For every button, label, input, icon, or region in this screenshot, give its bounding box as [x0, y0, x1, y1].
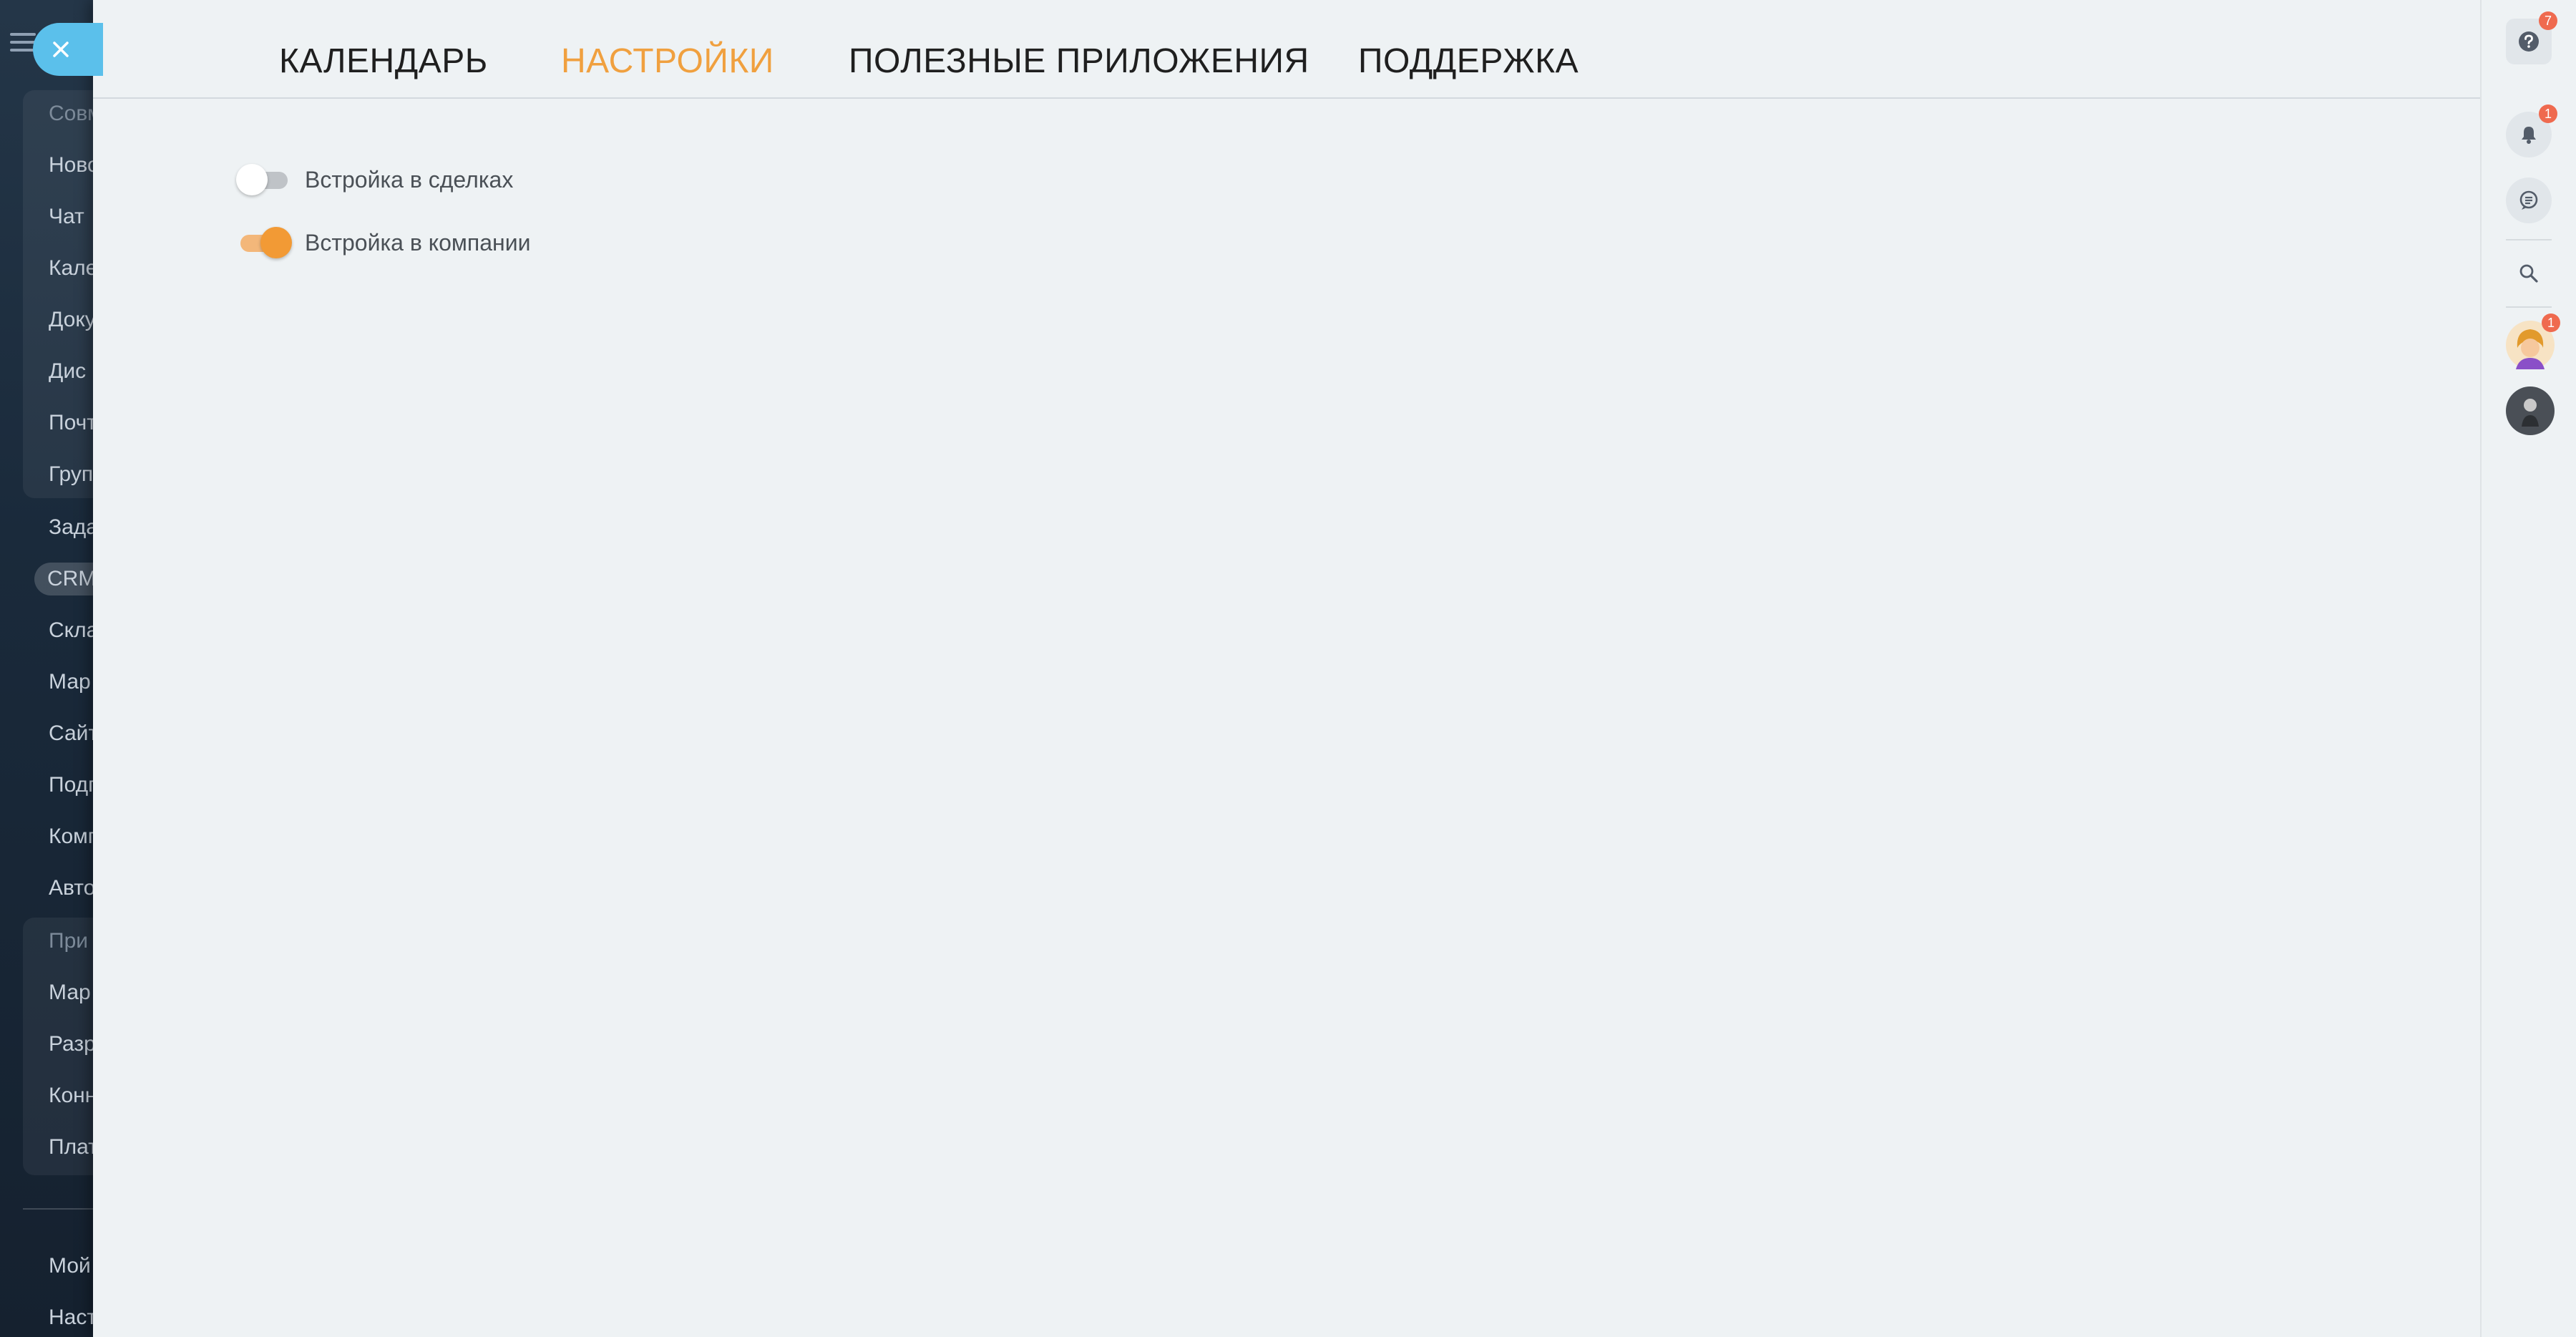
chat-icon	[2519, 190, 2538, 210]
notifications-badge: 1	[2539, 104, 2557, 123]
sidebar-item[interactable]: Мой	[49, 1254, 91, 1278]
sidebar-group-collab	[23, 90, 100, 498]
tab-calendar[interactable]: КАЛЕНДАРЬ	[279, 42, 488, 81]
sidebar-item[interactable]: Кале	[49, 256, 97, 281]
setting-row-company: Встройка в компании	[236, 225, 530, 261]
sidebar-item[interactable]: Сайт	[49, 721, 98, 746]
tab-bar: КАЛЕНДАРЬ НАСТРОЙКИ ПОЛЕЗНЫЕ ПРИЛОЖЕНИЯ …	[93, 0, 2482, 99]
sidebar-item[interactable]: При	[49, 929, 88, 953]
tab-settings[interactable]: НАСТРОЙКИ	[561, 42, 774, 81]
sidebar-item[interactable]: Комп	[49, 825, 99, 849]
sidebar-item[interactable]: Авто	[49, 876, 95, 900]
deals-embed-toggle[interactable]	[236, 162, 292, 198]
sidebar-item[interactable]: Зада	[49, 515, 98, 540]
app-slider-panel: КАЛЕНДАРЬ НАСТРОЙКИ ПОЛЕЗНЫЕ ПРИЛОЖЕНИЯ …	[93, 0, 2482, 1337]
sidebar-item[interactable]: Чат	[49, 205, 84, 229]
avatar-icon	[2506, 386, 2555, 435]
sidebar-item[interactable]: Ново	[49, 153, 99, 178]
right-toolbar: 7 1 1	[2480, 0, 2576, 1337]
user-badge: 1	[2542, 313, 2560, 332]
help-badge: 7	[2539, 11, 2557, 30]
close-icon	[53, 42, 69, 57]
sidebar-item[interactable]: Дис	[49, 359, 86, 384]
sidebar-item[interactable]: Конн	[49, 1084, 97, 1108]
hamburger-menu-icon[interactable]	[10, 33, 36, 53]
sidebar-item[interactable]: Подп	[49, 773, 99, 797]
sidebar-divider	[23, 1208, 100, 1210]
left-sidebar: Совм Ново Чат Кале Доку Дис Почт Груп За…	[0, 0, 100, 1337]
sidebar-item[interactable]: Доку	[49, 308, 96, 332]
search-button[interactable]	[2506, 251, 2552, 296]
company-embed-toggle[interactable]	[236, 225, 292, 261]
sidebar-item[interactable]: Плат	[49, 1135, 98, 1159]
sidebar-item[interactable]: Мар	[49, 670, 91, 694]
sidebar-item[interactable]: Груп	[49, 462, 93, 487]
chat-button[interactable]	[2506, 178, 2552, 223]
help-button[interactable]: 7	[2506, 11, 2557, 64]
sidebar-item[interactable]: Скла	[49, 618, 98, 643]
tab-support[interactable]: ПОДДЕРЖКА	[1358, 42, 1579, 81]
close-slider-button[interactable]	[33, 23, 103, 76]
user-avatar-1[interactable]: 1	[2506, 313, 2560, 369]
setting-row-deals: Встройка в сделках	[236, 162, 513, 198]
user-avatar-2[interactable]	[2506, 386, 2555, 435]
sidebar-item[interactable]: Разр	[49, 1032, 96, 1056]
toolbar-divider	[2506, 306, 2552, 308]
help-icon	[2519, 31, 2539, 52]
bell-icon	[2522, 127, 2536, 144]
sidebar-item-crm[interactable]: CRM	[34, 563, 100, 595]
notifications-button[interactable]: 1	[2506, 104, 2557, 157]
sidebar-item[interactable]: Наст	[49, 1306, 97, 1330]
company-embed-label: Встройка в компании	[305, 229, 531, 256]
search-icon	[2519, 264, 2538, 283]
tab-useful-apps[interactable]: ПОЛЕЗНЫЕ ПРИЛОЖЕНИЯ	[849, 42, 1309, 81]
toolbar-divider	[2506, 239, 2552, 240]
sidebar-item[interactable]: Мар	[49, 981, 91, 1005]
sidebar-item[interactable]: Почт	[49, 411, 97, 435]
deals-embed-label: Встройка в сделках	[305, 166, 514, 193]
